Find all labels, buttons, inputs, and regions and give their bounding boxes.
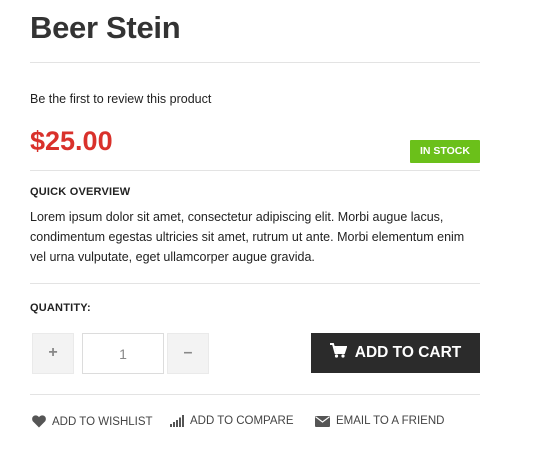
bar-chart-icon bbox=[170, 415, 184, 427]
title-divider bbox=[30, 62, 480, 63]
add-to-cart-button[interactable]: ADD TO CART bbox=[311, 333, 480, 373]
overview-label: QUICK OVERVIEW bbox=[30, 186, 131, 198]
heart-icon bbox=[32, 415, 46, 428]
quantity-increment-button[interactable]: + bbox=[32, 333, 74, 374]
stock-badge: IN STOCK bbox=[410, 140, 480, 163]
email-friend-link[interactable]: EMAIL TO A FRIEND bbox=[315, 415, 444, 427]
add-to-cart-label: ADD TO CART bbox=[354, 344, 462, 361]
wishlist-label: ADD TO WISHLIST bbox=[52, 415, 153, 428]
product-actions: ADD TO WISHLIST ADD TO COMPARE EMAIL TO … bbox=[30, 415, 490, 433]
price-divider bbox=[30, 170, 480, 171]
overview-divider bbox=[30, 283, 480, 284]
quantity-decrement-button[interactable]: – bbox=[167, 333, 209, 374]
add-to-wishlist-link[interactable]: ADD TO WISHLIST bbox=[32, 415, 153, 428]
quantity-label: QUANTITY: bbox=[30, 302, 91, 314]
product-title: Beer Stein bbox=[30, 10, 181, 45]
cart-divider bbox=[30, 394, 480, 395]
compare-label: ADD TO COMPARE bbox=[190, 415, 294, 427]
cart-icon bbox=[329, 343, 348, 363]
overview-text: Lorem ipsum dolor sit amet, consectetur … bbox=[30, 210, 465, 264]
envelope-icon bbox=[315, 415, 330, 427]
review-link[interactable]: Be the first to review this product bbox=[30, 92, 211, 106]
add-to-compare-link[interactable]: ADD TO COMPARE bbox=[170, 415, 294, 427]
product-price: $25.00 bbox=[30, 126, 113, 156]
quantity-input[interactable] bbox=[82, 333, 164, 374]
email-label: EMAIL TO A FRIEND bbox=[336, 415, 445, 427]
